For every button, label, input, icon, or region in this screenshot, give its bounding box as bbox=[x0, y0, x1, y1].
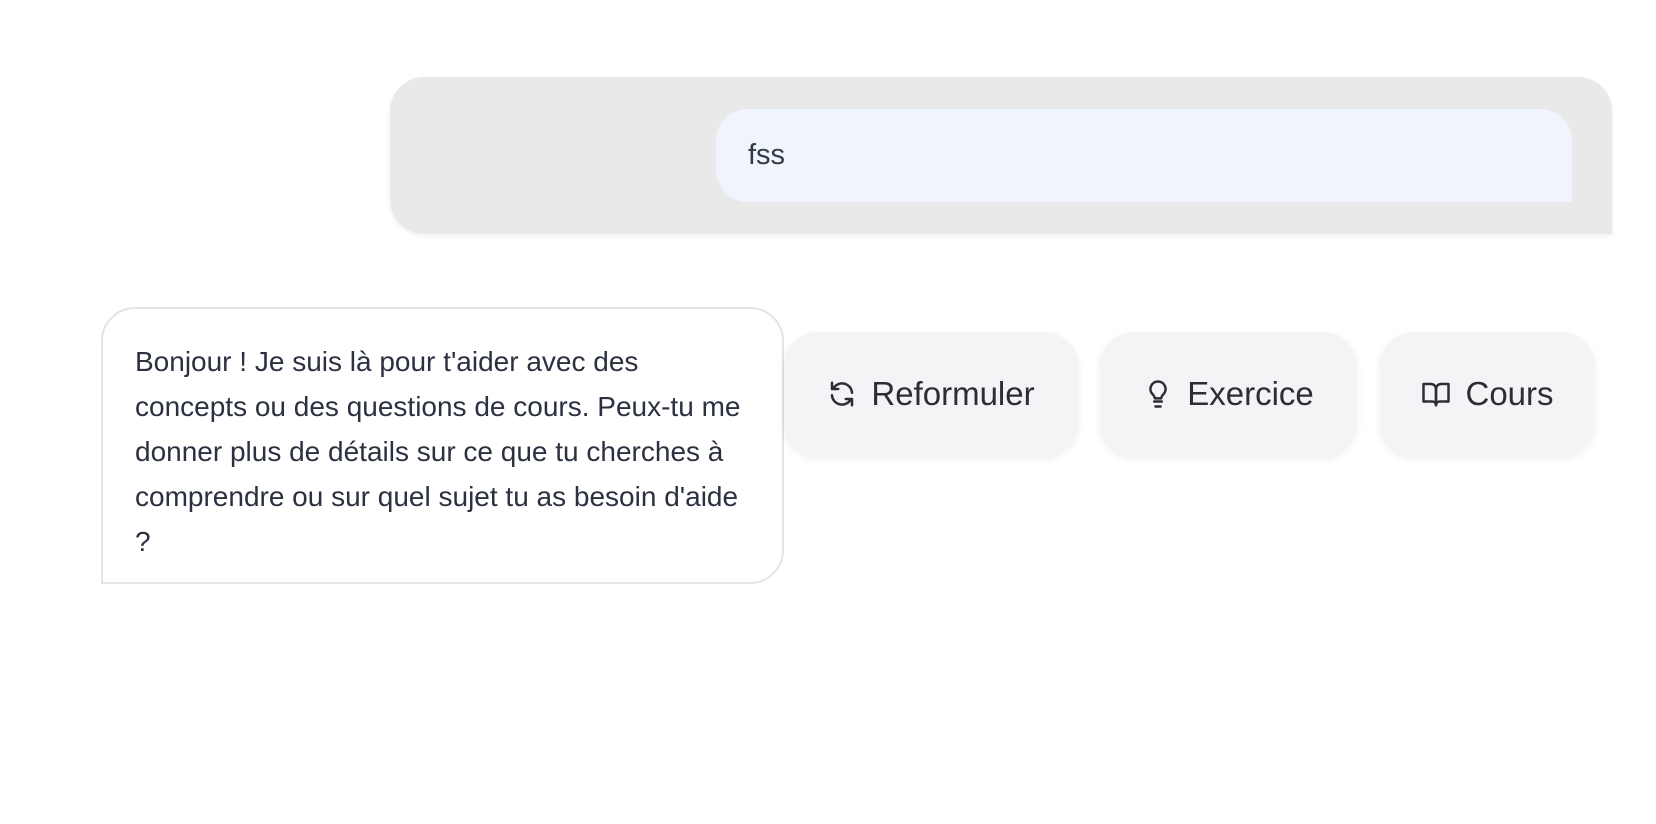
reformuler-label: Reformuler bbox=[871, 375, 1035, 412]
cours-button[interactable]: Cours bbox=[1380, 332, 1595, 456]
exercice-button[interactable]: Exercice bbox=[1100, 332, 1357, 456]
assistant-message-text: Bonjour ! Je suis là pour t'aider avec d… bbox=[135, 346, 741, 557]
user-message-text: fss bbox=[748, 139, 786, 171]
assistant-message-bubble: Bonjour ! Je suis là pour t'aider avec d… bbox=[101, 307, 784, 584]
refresh-icon bbox=[827, 379, 857, 409]
book-open-icon bbox=[1421, 379, 1451, 409]
user-message-bubble: fss bbox=[716, 109, 1572, 202]
exercice-label: Exercice bbox=[1187, 375, 1314, 412]
cours-label: Cours bbox=[1465, 375, 1554, 412]
user-message-container: fss bbox=[390, 77, 1612, 234]
reformuler-button[interactable]: Reformuler bbox=[784, 332, 1078, 456]
lightbulb-icon bbox=[1143, 379, 1173, 409]
